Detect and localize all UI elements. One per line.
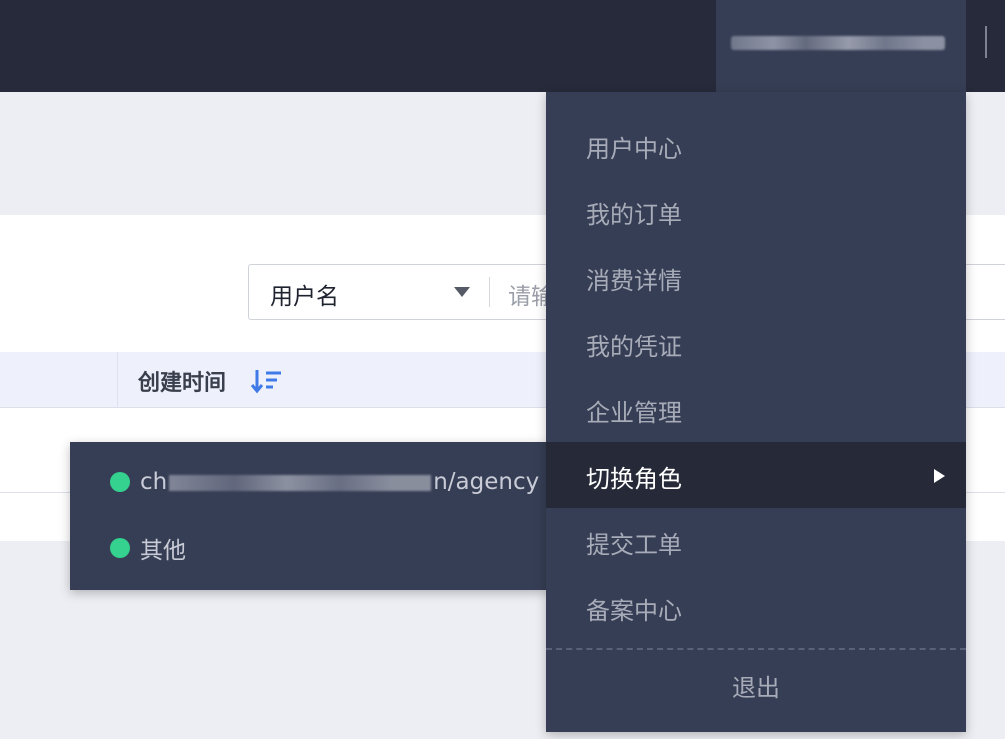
menu-item-enterprise-management[interactable]: 企业管理 bbox=[546, 376, 966, 442]
menu-item-label: 我的凭证 bbox=[586, 333, 682, 361]
sort-icon[interactable] bbox=[250, 367, 282, 395]
menu-item-label: 备案中心 bbox=[586, 597, 682, 625]
menu-item-label: 我的订单 bbox=[586, 201, 682, 229]
column-divider bbox=[117, 352, 118, 408]
menu-item-my-vouchers[interactable]: 我的凭证 bbox=[546, 310, 966, 376]
top-navbar bbox=[0, 0, 1005, 92]
chevron-down-icon bbox=[454, 287, 470, 297]
menu-item-user-center[interactable]: 用户中心 bbox=[546, 112, 966, 178]
redacted-text bbox=[169, 474, 432, 491]
menu-item-label: 提交工单 bbox=[586, 531, 682, 559]
menu-item-consumption-details[interactable]: 消费详情 bbox=[546, 244, 966, 310]
role-option-agency[interactable]: ch n/agency bbox=[110, 462, 539, 502]
menu-item-my-orders[interactable]: 我的订单 bbox=[546, 178, 966, 244]
username-redacted bbox=[731, 36, 945, 50]
role-option-prefix: ch bbox=[140, 469, 168, 495]
menu-item-label: 切换角色 bbox=[586, 465, 682, 493]
menu-item-submit-ticket[interactable]: 提交工单 bbox=[546, 508, 966, 574]
status-dot-icon bbox=[110, 472, 130, 492]
menu-item-filing-center[interactable]: 备案中心 bbox=[546, 574, 966, 640]
role-option-other[interactable]: 其他 bbox=[110, 528, 186, 568]
filter-divider bbox=[489, 277, 490, 307]
menu-item-label: 企业管理 bbox=[586, 399, 682, 427]
user-dropdown-menu: 用户中心 我的订单 消费详情 我的凭证 企业管理 切换角色 提交工单 备案中心 … bbox=[546, 92, 966, 732]
column-header-created-time[interactable]: 创建时间 bbox=[138, 365, 226, 397]
chevron-right-icon bbox=[934, 469, 945, 483]
search-field-select[interactable]: 用户名 bbox=[249, 265, 489, 319]
role-option-label: 其他 bbox=[140, 538, 186, 564]
search-field-select-label: 用户名 bbox=[270, 284, 339, 310]
logout-button[interactable]: 退出 bbox=[546, 668, 966, 703]
menu-item-switch-role[interactable]: 切换角色 bbox=[546, 442, 966, 508]
menu-item-label: 消费详情 bbox=[586, 267, 682, 295]
switch-role-submenu: ch n/agency 其他 bbox=[70, 442, 548, 590]
menu-divider bbox=[546, 648, 966, 650]
status-dot-icon bbox=[110, 538, 130, 558]
role-option-suffix: n/agency bbox=[433, 469, 540, 495]
user-account-trigger[interactable] bbox=[716, 0, 966, 92]
navbar-divider bbox=[985, 26, 987, 58]
menu-item-label: 用户中心 bbox=[586, 135, 682, 163]
